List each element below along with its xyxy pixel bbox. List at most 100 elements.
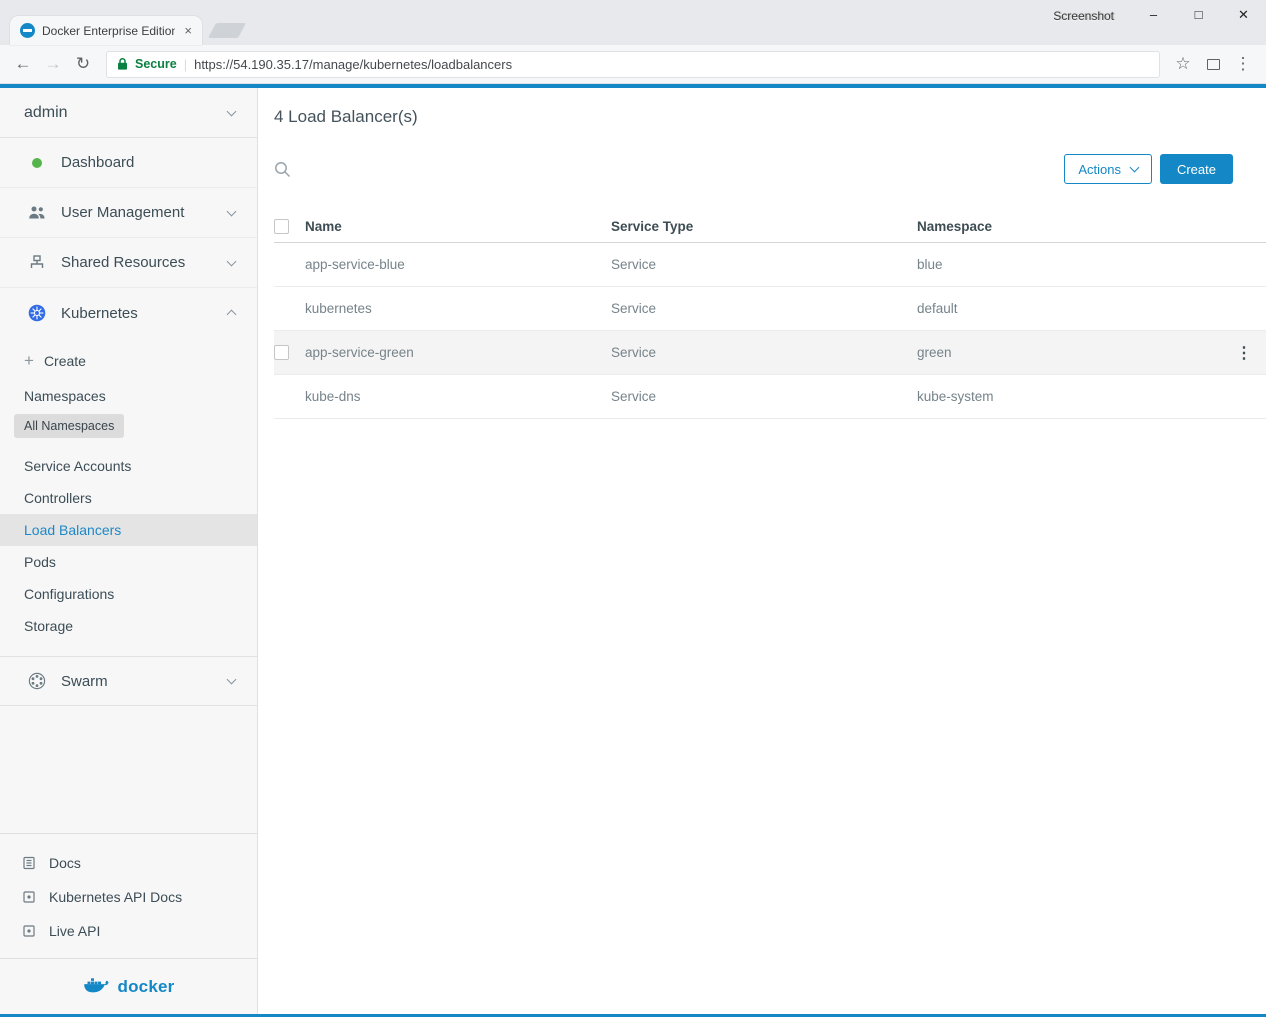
address-bar[interactable]: Secure | https://54.190.35.17/manage/kub…: [106, 51, 1160, 78]
sidebar: admin Dashboard: [0, 88, 258, 1014]
browser-toolbar: ← → ↻ Secure | https://54.190.35.17/mana…: [0, 45, 1266, 84]
cell-namespace: green: [917, 345, 1222, 360]
table-row[interactable]: kubernetes Service default ⋮: [274, 287, 1266, 331]
chevron-down-icon: [227, 675, 237, 685]
sidebar-item-load-balancers[interactable]: Load Balancers: [0, 514, 257, 546]
row-checkbox[interactable]: [274, 345, 289, 360]
sidebar-item-pods[interactable]: Pods: [0, 546, 257, 578]
table-header-row: Name Service Type Namespace: [274, 211, 1266, 243]
sidebar-item-dashboard[interactable]: Dashboard: [0, 138, 257, 188]
action-buttons: Actions Create: [1064, 154, 1233, 184]
account-label: admin: [24, 104, 68, 122]
browser-tab[interactable]: Docker Enterprise Edition ×: [10, 16, 202, 45]
sidebar-item-kubernetes-api-docs[interactable]: Kubernetes API Docs: [0, 880, 257, 914]
users-icon: [28, 205, 46, 220]
window-controls: – □ ✕: [1131, 0, 1266, 29]
table-row[interactable]: app-service-green Service green ⋮: [274, 331, 1266, 375]
sidebar-item-label: Kubernetes: [61, 305, 213, 322]
sidebar-item-shared-resources[interactable]: Shared Resources: [0, 238, 257, 288]
load-balancers-table: Name Service Type Namespace app-service-…: [274, 211, 1266, 419]
docker-wordmark: docker: [118, 977, 175, 997]
padlock-icon: [117, 57, 128, 71]
sidebar-item-kubernetes[interactable]: Kubernetes: [0, 288, 257, 338]
sidebar-item-label: Swarm: [61, 673, 213, 690]
cell-name: kubernetes: [305, 301, 611, 316]
sidebar-item-service-accounts[interactable]: Service Accounts: [0, 450, 257, 482]
create-label: Create: [44, 353, 86, 369]
main-content: 4 Load Balancer(s) Actions Create: [258, 88, 1266, 1014]
docs-icon: [22, 856, 36, 870]
api-docs-icon: [22, 890, 36, 904]
create-button[interactable]: Create: [1160, 154, 1233, 184]
tab-close-icon[interactable]: ×: [182, 23, 194, 38]
sidebar-item-label: Shared Resources: [61, 254, 213, 271]
chevron-down-icon: [227, 106, 237, 116]
cell-service-type: Service: [611, 389, 917, 404]
url-text: https://54.190.35.17/manage/kubernetes/l…: [194, 57, 512, 72]
docker-favicon-icon: [20, 23, 35, 38]
bookmark-star-icon[interactable]: ☆: [1168, 49, 1198, 79]
reload-icon[interactable]: ↻: [68, 49, 98, 79]
chevron-down-icon: [1130, 163, 1140, 173]
sidebar-account[interactable]: admin: [0, 88, 257, 138]
sidebar-item-storage[interactable]: Storage: [0, 610, 257, 642]
shared-resources-icon: [28, 255, 46, 271]
cell-namespace: default: [917, 301, 1222, 316]
sidebar-item-user-management[interactable]: User Management: [0, 188, 257, 238]
secure-label: Secure: [135, 57, 177, 71]
cell-name: kube-dns: [305, 389, 611, 404]
footer-link-label: Docs: [49, 855, 81, 871]
cell-service-type: Service: [611, 345, 917, 360]
url-divider: |: [184, 57, 187, 72]
screenshot-overlay-label: Screenshot: [1053, 9, 1114, 23]
browser-window: Docker Enterprise Edition × Screenshot –…: [0, 0, 1266, 1017]
footer-link-label: Live API: [49, 923, 100, 939]
minimize-button[interactable]: –: [1131, 0, 1176, 29]
docker-logo: docker: [0, 958, 257, 1014]
dashboard-status-icon: [28, 158, 46, 168]
kubernetes-icon: [28, 304, 46, 322]
sidebar-item-docs[interactable]: Docs: [0, 846, 257, 880]
page-title: 4 Load Balancer(s): [274, 107, 1266, 127]
actions-button[interactable]: Actions: [1064, 154, 1152, 184]
maximize-button[interactable]: □: [1176, 0, 1221, 29]
tab-title: Docker Enterprise Edition: [42, 24, 175, 38]
select-all-checkbox[interactable]: [274, 219, 289, 234]
sidebar-item-label: User Management: [61, 204, 213, 221]
sidebar-item-live-api[interactable]: Live API: [0, 914, 257, 948]
row-menu-icon[interactable]: ⋮: [1236, 343, 1252, 363]
back-icon[interactable]: ←: [8, 49, 38, 79]
close-button[interactable]: ✕: [1221, 0, 1266, 29]
cell-name: app-service-green: [305, 345, 611, 360]
cell-namespace: blue: [917, 257, 1222, 272]
sidebar-item-create[interactable]: + Create: [0, 344, 257, 378]
plus-icon: +: [24, 351, 34, 371]
docker-whale-icon: [83, 976, 113, 998]
column-header-service-type: Service Type: [611, 219, 917, 234]
sidebar-item-configurations[interactable]: Configurations: [0, 578, 257, 610]
sidebar-spacer: [0, 706, 257, 834]
cell-name: app-service-blue: [305, 257, 611, 272]
column-header-namespace: Namespace: [917, 219, 1222, 234]
toolbar-row: Actions Create: [274, 154, 1266, 184]
all-namespaces-chip[interactable]: All Namespaces: [14, 414, 124, 438]
sidebar-item-controllers[interactable]: Controllers: [0, 482, 257, 514]
fit-window-icon[interactable]: [1198, 49, 1228, 79]
actions-button-label: Actions: [1078, 162, 1121, 177]
sidebar-item-swarm[interactable]: Swarm: [0, 656, 257, 706]
footer-link-label: Kubernetes API Docs: [49, 889, 182, 905]
table-row[interactable]: app-service-blue Service blue ⋮: [274, 243, 1266, 287]
chevron-down-icon: [227, 256, 237, 266]
swarm-icon: [28, 672, 46, 690]
column-header-name: Name: [305, 219, 611, 234]
browser-menu-icon[interactable]: ⋮: [1228, 49, 1258, 79]
sidebar-footer: Docs Kubernetes API Docs: [0, 834, 257, 958]
cell-service-type: Service: [611, 301, 917, 316]
search-icon[interactable]: [274, 157, 298, 181]
cell-namespace: kube-system: [917, 389, 1222, 404]
new-tab-button[interactable]: [208, 23, 246, 38]
titlebar: Docker Enterprise Edition × Screenshot –…: [0, 0, 1266, 45]
table-row[interactable]: kube-dns Service kube-system ⋮: [274, 375, 1266, 419]
forward-icon[interactable]: →: [38, 49, 68, 79]
app-body: admin Dashboard: [0, 88, 1266, 1014]
